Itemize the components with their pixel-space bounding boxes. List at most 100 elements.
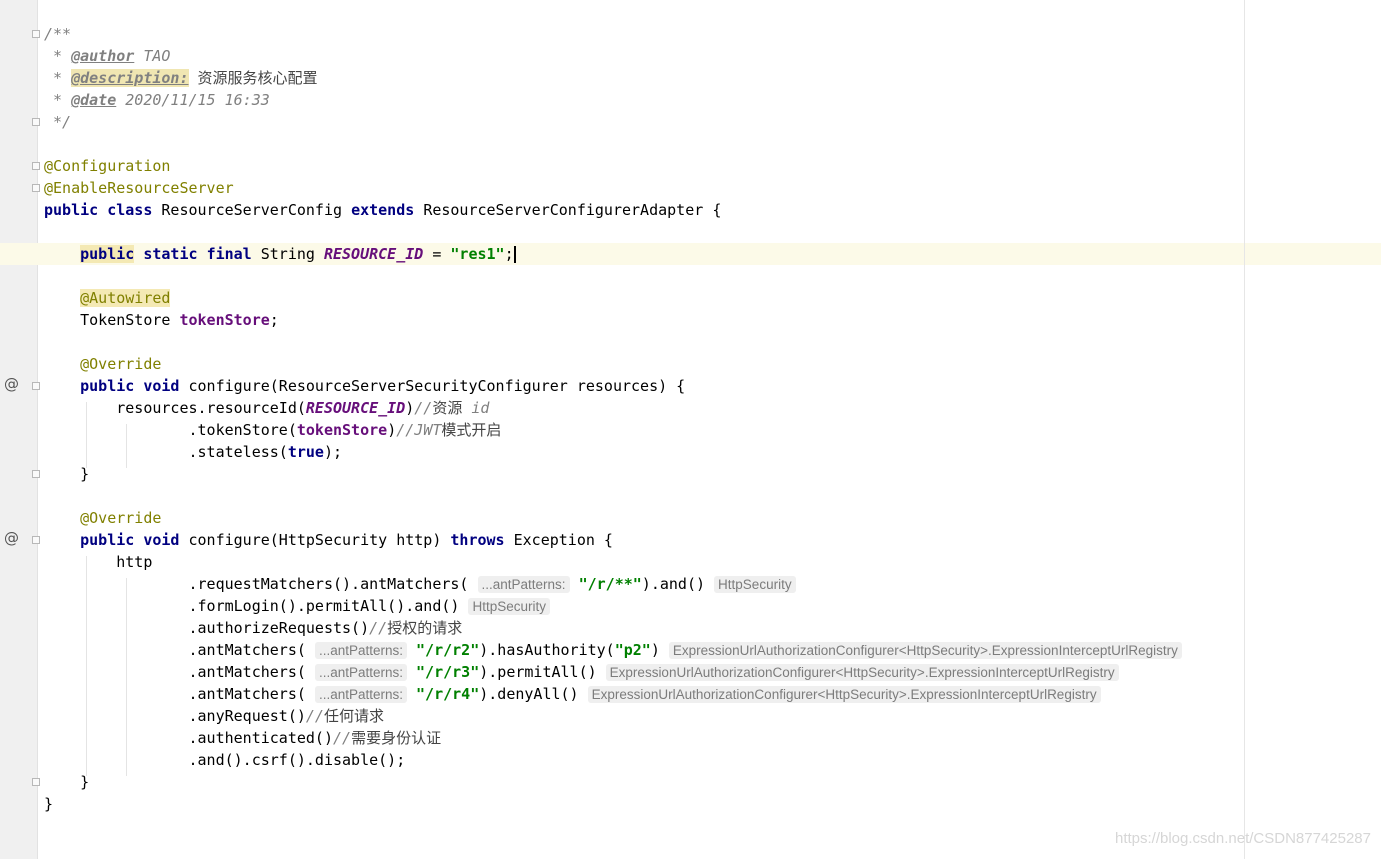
doc-description-tag: @description:	[71, 69, 189, 87]
type-hint: ExpressionUrlAuthorizationConfigurer<Htt…	[668, 642, 1182, 659]
field-type: TokenStore	[80, 311, 171, 329]
doc-star: *	[44, 91, 72, 109]
operator-assign: =	[432, 245, 442, 263]
semicolon: ;	[269, 311, 279, 329]
code-line: * @date 2020/11/15 16:33	[44, 89, 270, 111]
fold-marker[interactable]	[32, 184, 40, 192]
method-signature: configure(ResourceServerSecurityConfigur…	[188, 377, 686, 395]
fold-marker[interactable]	[32, 536, 40, 544]
keyword-true: true	[287, 443, 324, 461]
code-text: .antMatchers(	[188, 663, 306, 681]
doc-description: 资源服务核心配置	[197, 69, 318, 87]
parameter-hint: ...antPatterns:	[477, 576, 570, 593]
code-line: .antMatchers( ...antPatterns: "/r/r4").d…	[44, 683, 1101, 705]
doc-open: /**	[44, 25, 72, 43]
code-line: resources.resourceId(RESOURCE_ID)//资源 id	[44, 397, 489, 419]
code-line-current[interactable]: public static final String RESOURCE_ID =…	[44, 243, 516, 265]
text-caret	[513, 246, 516, 263]
code-text: .antMatchers(	[188, 685, 306, 703]
code-text: ).permitAll()	[479, 663, 597, 681]
keyword-public: public	[44, 201, 99, 219]
fold-marker[interactable]	[32, 162, 40, 170]
code-text: http	[116, 553, 153, 571]
code-line: .and().csrf().disable();	[44, 749, 406, 771]
fold-marker[interactable]	[32, 778, 40, 786]
annotation-override: @Override	[80, 509, 162, 527]
fold-marker[interactable]	[32, 30, 40, 38]
code-text: ).and()	[641, 575, 706, 593]
close-brace: }	[44, 795, 54, 813]
type-hint: HttpSecurity	[468, 598, 550, 615]
doc-author-tag: @author	[71, 47, 135, 65]
override-method-icon[interactable]: @	[4, 531, 19, 546]
open-brace: {	[712, 201, 722, 219]
doc-star: *	[44, 69, 72, 87]
type-hint: ExpressionUrlAuthorizationConfigurer<Htt…	[605, 664, 1119, 681]
line-comment: 资源	[432, 399, 463, 417]
code-text: );	[323, 443, 343, 461]
code-line: }	[44, 793, 53, 815]
code-line: .tokenStore(tokenStore)//JWT模式开启	[44, 419, 502, 441]
code-line: @Autowired	[44, 287, 171, 309]
code-line: .stateless(true);	[44, 441, 343, 463]
code-text: resources.resourceId(	[116, 399, 306, 417]
parameter-hint: ...antPatterns:	[314, 686, 407, 703]
keyword-public: public	[80, 245, 135, 263]
parameter-hint: ...antPatterns:	[314, 642, 407, 659]
code-line: .antMatchers( ...antPatterns: "/r/r3").p…	[44, 661, 1119, 683]
code-text: .anyRequest()	[188, 707, 306, 725]
type-hint: HttpSecurity	[714, 576, 796, 593]
code-line: public void configure(ResourceServerSecu…	[44, 375, 685, 397]
code-text: ).denyAll()	[479, 685, 579, 703]
constant-resource-id: RESOURCE_ID	[323, 245, 424, 263]
code-text: .authorizeRequests()	[188, 619, 370, 637]
code-text: .requestMatchers().antMatchers(	[188, 575, 469, 593]
class-name: ResourceServerConfig	[161, 201, 343, 219]
code-line: }	[44, 771, 89, 793]
line-comment: //	[305, 707, 324, 725]
override-method-icon[interactable]: @	[4, 377, 19, 392]
code-line: */	[44, 111, 71, 133]
code-line: TokenStore tokenStore;	[44, 309, 279, 331]
code-line: public class ResourceServerConfig extend…	[44, 199, 721, 221]
line-comment: //JWT	[396, 421, 442, 439]
close-brace: }	[80, 465, 90, 483]
keyword-throws: throws	[450, 531, 505, 549]
line-comment: 授权的请求	[387, 619, 463, 637]
keyword-final: final	[206, 245, 252, 263]
keyword-void: void	[143, 531, 180, 549]
close-brace: }	[80, 773, 90, 791]
type-hint: ExpressionUrlAuthorizationConfigurer<Htt…	[587, 686, 1101, 703]
code-line: .authenticated()//需要身份认证	[44, 727, 442, 749]
semicolon: ;	[504, 245, 514, 263]
code-line: @EnableResourceServer	[44, 177, 234, 199]
doc-date-tag: @date	[71, 91, 117, 109]
keyword-extends: extends	[351, 201, 415, 219]
editor-gutter[interactable]	[0, 0, 38, 859]
fold-marker[interactable]	[32, 382, 40, 390]
string-literal: "/r/r3"	[416, 663, 480, 681]
keyword-public: public	[80, 377, 135, 395]
code-line: .formLogin().permitAll().and() HttpSecur…	[44, 595, 550, 617]
string-literal: "/r/r4"	[416, 685, 480, 703]
code-text: .formLogin().permitAll().and()	[188, 597, 460, 615]
line-comment: 任何请求	[323, 707, 384, 725]
code-line: @Override	[44, 507, 161, 529]
code-line: http	[44, 551, 152, 573]
code-text: ).hasAuthority(	[479, 641, 615, 659]
code-text: .tokenStore(	[188, 421, 297, 439]
code-line: .antMatchers( ...antPatterns: "/r/r2").h…	[44, 639, 1182, 661]
annotation-configuration: @Configuration	[44, 157, 171, 175]
code-text: )	[387, 421, 397, 439]
string-literal: "p2"	[614, 641, 651, 659]
constant-resource-id: RESOURCE_ID	[305, 399, 406, 417]
line-comment: //	[333, 729, 352, 747]
fold-marker[interactable]	[32, 470, 40, 478]
method-signature: configure(HttpSecurity http)	[188, 531, 442, 549]
fold-marker[interactable]	[32, 118, 40, 126]
keyword-class: class	[107, 201, 153, 219]
line-comment: 模式开启	[441, 421, 502, 439]
code-line: .requestMatchers().antMatchers( ...antPa…	[44, 573, 796, 595]
doc-close: */	[44, 113, 72, 131]
field-token-store: tokenStore	[296, 421, 388, 439]
